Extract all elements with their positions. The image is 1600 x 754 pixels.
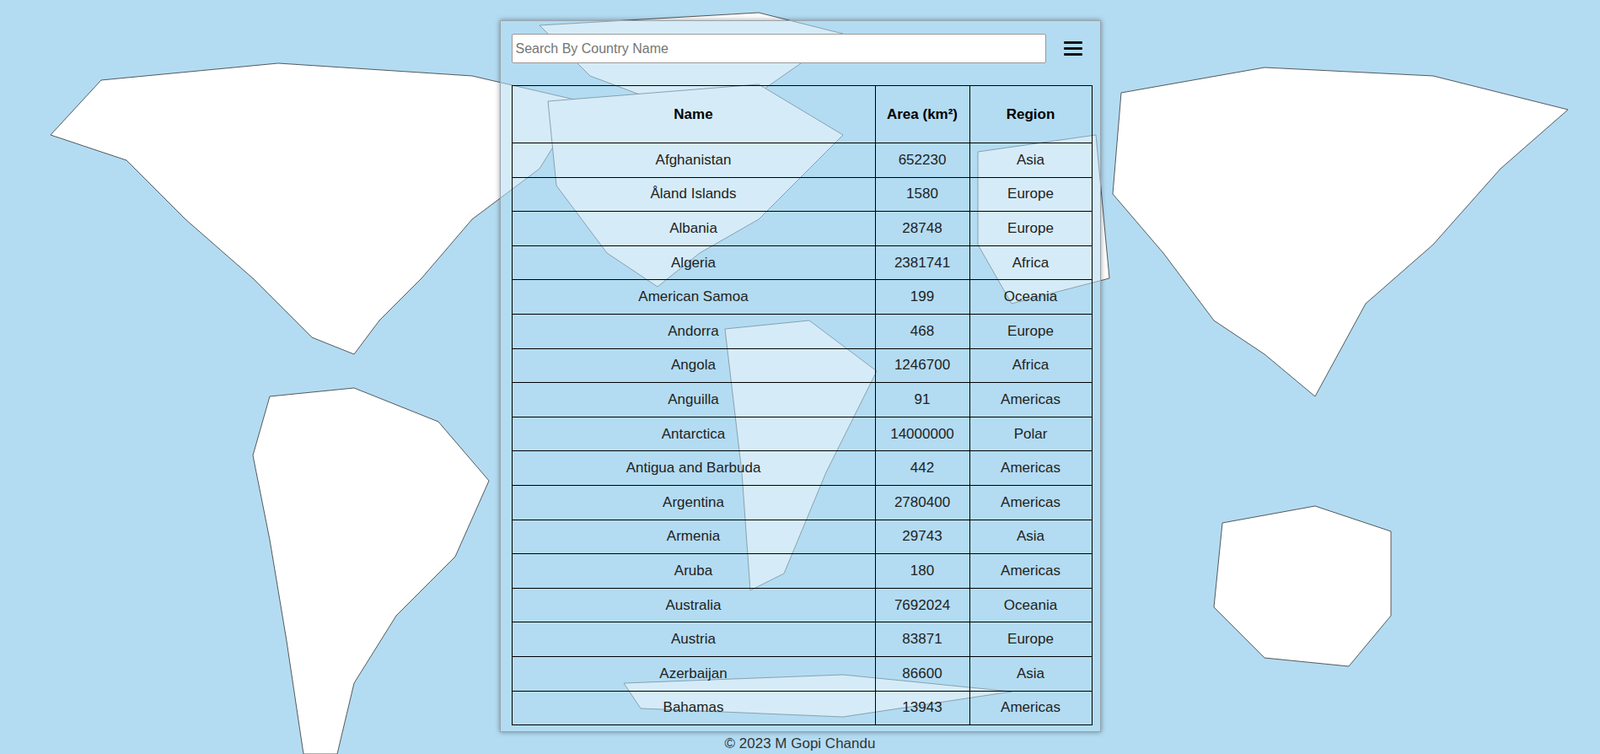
country-panel: NameArea (km²)RegionAfghanistan652230Asi… [499, 20, 1101, 732]
table-cell: 1580 [875, 177, 970, 212]
table-row[interactable]: Aruba180Americas [511, 553, 1092, 589]
table-cell: 1246700 [875, 348, 970, 383]
table-row[interactable]: Åland Islands1580Europe [511, 177, 1092, 212]
table-cell: 29743 [875, 519, 970, 554]
table-cell: Americas [969, 382, 1092, 418]
table-cell: 2780400 [875, 484, 970, 520]
table-cell: Africa [969, 245, 1092, 280]
table-row[interactable]: Bahamas13943Americas [511, 690, 1092, 725]
table-cell: Americas [969, 690, 1092, 725]
table-cell: 91 [875, 382, 970, 418]
table-cell: 199 [875, 279, 970, 315]
table-row[interactable]: Albania28748Europe [511, 211, 1092, 247]
column-header[interactable]: Name [511, 85, 876, 144]
table-cell: Europe [969, 313, 1092, 349]
table-row[interactable]: Azerbaijan86600Asia [511, 655, 1092, 691]
table-cell: Americas [969, 484, 1092, 520]
table-cell: 83871 [875, 622, 970, 657]
table-row[interactable]: Antarctica14000000Polar [511, 416, 1092, 452]
table-cell: 28748 [875, 211, 970, 247]
table-cell: Polar [969, 416, 1092, 452]
table-cell: 86600 [875, 655, 970, 691]
table-row[interactable]: Australia7692024Oceania [511, 587, 1092, 623]
table-row[interactable]: American Samoa199Oceania [511, 279, 1092, 315]
page: NameArea (km²)RegionAfghanistan652230Asi… [0, 0, 1600, 754]
table-cell: Austria [511, 622, 876, 657]
table-cell: Algeria [511, 245, 876, 280]
land-shape [1213, 505, 1391, 666]
land-shape [1112, 67, 1568, 397]
table-cell: Europe [969, 177, 1092, 212]
table-cell: Americas [969, 553, 1092, 589]
table-row[interactable]: Argentina2780400Americas [511, 484, 1092, 520]
footer: © 2023 M Gopi Chandu [724, 735, 876, 752]
table-cell: 652230 [875, 143, 970, 178]
table-cell: 13943 [875, 690, 970, 725]
table-cell: Aruba [511, 553, 876, 589]
table-cell: Europe [969, 211, 1092, 247]
header-row: NameArea (km²)Region [511, 85, 1092, 144]
table-row[interactable]: Angola1246700Africa [511, 348, 1092, 383]
table-cell: Angola [511, 348, 876, 383]
table-cell: Afghanistan [511, 143, 876, 178]
search-row [511, 33, 1090, 64]
table-cell: Antarctica [511, 416, 876, 452]
table-cell: Africa [969, 348, 1092, 383]
country-table: NameArea (km²)RegionAfghanistan652230Asi… [511, 85, 1093, 725]
table-cell: 468 [875, 313, 970, 349]
search-input[interactable] [511, 33, 1047, 64]
table-cell: Europe [969, 622, 1092, 657]
table-cell: Oceania [969, 279, 1092, 315]
table-cell: Åland Islands [511, 177, 876, 212]
table-cell: Asia [969, 519, 1092, 554]
table-cell: 180 [875, 553, 970, 589]
table-cell: Americas [969, 451, 1092, 486]
table-cell: Anguilla [511, 382, 876, 418]
table-cell: Oceania [969, 587, 1092, 623]
menu-button[interactable] [1056, 33, 1090, 64]
table-cell: Asia [969, 143, 1092, 178]
table-cell: American Samoa [511, 279, 876, 315]
table-cell: 7692024 [875, 587, 970, 623]
table-cell: Australia [511, 587, 876, 623]
table-cell: 442 [875, 451, 970, 486]
table-cell: Antigua and Barbuda [511, 451, 876, 486]
column-header[interactable]: Region [969, 85, 1092, 144]
table-row[interactable]: Anguilla91Americas [511, 382, 1092, 418]
table-cell: Albania [511, 211, 876, 247]
table-cell: Asia [969, 655, 1092, 691]
table-cell: Bahamas [511, 690, 876, 725]
table-cell: 14000000 [875, 416, 970, 452]
table-row[interactable]: Andorra468Europe [511, 313, 1092, 349]
hamburger-icon [1063, 41, 1083, 56]
table-cell: 2381741 [875, 245, 970, 280]
column-header[interactable]: Area (km²) [875, 85, 970, 144]
table-cell: Azerbaijan [511, 655, 876, 691]
table-row[interactable]: Antigua and Barbuda442Americas [511, 451, 1092, 486]
table-row[interactable]: Algeria2381741Africa [511, 245, 1092, 280]
table-row[interactable]: Afghanistan652230Asia [511, 143, 1092, 178]
table-cell: Andorra [511, 313, 876, 349]
table-cell: Armenia [511, 519, 876, 554]
land-shape [252, 387, 489, 754]
table-cell: Argentina [511, 484, 876, 520]
table-row[interactable]: Armenia29743Asia [511, 519, 1092, 554]
table-row[interactable]: Austria83871Europe [511, 622, 1092, 657]
